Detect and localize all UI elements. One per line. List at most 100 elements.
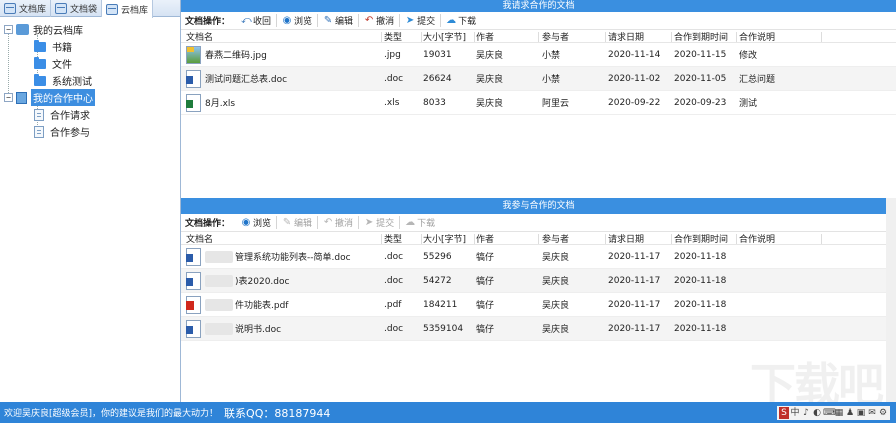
author-cell: 吴庆良: [476, 51, 504, 61]
view-button[interactable]: ◉ 浏览: [277, 14, 319, 27]
ime-settings-icon[interactable]: ⚙: [878, 407, 888, 419]
op-label: 收回: [253, 17, 272, 27]
edit-button[interactable]: ✎ 编辑: [277, 216, 319, 229]
ime-grid-icon[interactable]: ▦: [834, 407, 844, 419]
participated-docs-panel: 我参与合作的文档 文档操作： ◉ 浏览 ✎ 编辑 ↶ 撤消 ➤ 提交 ☁ 下载 文档名 类…: [181, 198, 896, 341]
column-header[interactable]: 请求日期: [608, 30, 674, 43]
due-date-cell: 2020-09-23: [674, 97, 727, 108]
column-header[interactable]: 类型: [384, 30, 422, 43]
column-header[interactable]: 合作到期时间: [674, 30, 738, 43]
table-row[interactable]: 件功能表.pdf .pdf 184211 犒仔 吴庆良 2020-11-17 2…: [181, 293, 896, 317]
view-button[interactable]: ◉ 浏览: [236, 216, 278, 229]
collapse-toggle[interactable]: −: [4, 25, 13, 34]
cloud-folder-icon: [16, 24, 29, 35]
file-name: 8月.xls: [205, 99, 236, 109]
view-icon: ◉: [282, 14, 292, 26]
redacted-text: [205, 298, 233, 311]
tree-node-my-cloud[interactable]: − 我的云档库: [0, 21, 180, 38]
column-header[interactable]: 类型: [384, 232, 422, 245]
file-name-cell: 春燕二维码.jpg: [186, 43, 381, 66]
word-file-icon: [186, 271, 201, 290]
description-cell: 测试: [739, 99, 758, 109]
table-row[interactable]: 春燕二维码.jpg .jpg 19031 吴庆良 小禁 2020-11-14 2…: [181, 43, 896, 67]
ime-skin-icon[interactable]: ♟: [845, 407, 855, 419]
author-cell: 吴庆良: [476, 75, 504, 85]
column-header[interactable]: 作者: [476, 30, 538, 43]
file-name: 测试问题汇总表.doc: [205, 75, 288, 85]
tree-node-folder[interactable]: 书籍: [0, 38, 180, 55]
column-header[interactable]: 合作说明: [739, 30, 819, 43]
tab-label: 文档库: [19, 5, 47, 15]
column-header[interactable]: 作者: [476, 232, 538, 245]
type-cell: .doc: [384, 73, 404, 84]
content-area: 我请求合作的文档 文档操作： ⤺ 收回 ◉ 浏览 ✎ 编辑 ↶ 撤消 ➤ 提交 ☁ 下载 文…: [181, 0, 896, 402]
tab-doc-library[interactable]: 文档库: [0, 0, 52, 17]
column-header[interactable]: 参与者: [542, 30, 604, 43]
column-header[interactable]: 参与者: [542, 232, 604, 245]
recall-button[interactable]: ⤺ 收回: [236, 14, 278, 27]
table-row[interactable]: 8月.xls .xls 8033 吴庆良 阿里云 2020-09-22 2020…: [181, 91, 896, 115]
op-label: 编辑: [294, 219, 313, 229]
description-cell: 汇总问题: [739, 75, 776, 85]
tree-node-label: 系统测试: [52, 77, 92, 88]
file-name: 说明书.doc: [235, 325, 282, 335]
column-header[interactable]: 合作说明: [739, 232, 819, 245]
undo-button[interactable]: ↶ 撤消: [359, 14, 401, 27]
table-row[interactable]: 管理系统功能列表--简单.doc .doc 55296 犒仔 吴庆良 2020-…: [181, 245, 896, 269]
submit-button[interactable]: ➤ 提交: [400, 14, 442, 27]
file-name-cell: 测试问题汇总表.doc: [186, 67, 381, 90]
tab-doc-bag[interactable]: 文档袋: [51, 0, 103, 17]
file-name: )表2020.doc: [235, 277, 290, 287]
file-name: 件功能表.pdf: [235, 301, 289, 311]
table-row[interactable]: 测试问题汇总表.doc .doc 26624 吴庆良 小禁 2020-11-02…: [181, 67, 896, 91]
size-cell: 19031: [423, 49, 452, 60]
undo-button[interactable]: ↶ 撤消: [318, 216, 360, 229]
ime-keyboard-icon[interactable]: ⌨: [823, 407, 836, 419]
ime-toolbox-icon[interactable]: ▣: [856, 407, 866, 419]
description-cell: [739, 245, 819, 268]
request-date-cell: 2020-11-14: [608, 49, 661, 60]
column-header[interactable]: 文档名: [186, 30, 381, 43]
collapse-toggle[interactable]: −: [4, 93, 13, 102]
column-header[interactable]: 大小[字节]: [423, 232, 475, 245]
status-bar: 欢迎吴庆良[超级会员]，你的建议是我们的最大动力！ 联系QQ：88187944 …: [0, 402, 896, 423]
redacted-text: [205, 322, 233, 335]
tree-node-label: 文件: [52, 60, 72, 71]
column-header[interactable]: 请求日期: [608, 232, 674, 245]
op-label: 浏览: [294, 17, 313, 27]
author-cell: 犒仔: [476, 277, 495, 287]
download-button[interactable]: ☁ 下载: [441, 14, 481, 27]
tree-node-cooperation-request[interactable]: 合作请求: [0, 106, 180, 123]
recall-icon: ⤺: [241, 14, 252, 26]
tab-cloud-library[interactable]: 云档库: [102, 0, 154, 18]
op-label: 浏览: [253, 219, 272, 229]
download-button[interactable]: ☁ 下载: [400, 216, 440, 229]
ime-half-width-icon[interactable]: ◐: [812, 407, 822, 419]
author-cell: 犒仔: [476, 253, 495, 263]
column-header[interactable]: 合作到期时间: [674, 232, 738, 245]
ime-chinese-mode-icon[interactable]: 中: [790, 407, 800, 419]
tree-node-cooperation-participation[interactable]: 合作参与: [0, 123, 180, 140]
column-header[interactable]: 大小[字节]: [423, 30, 475, 43]
cooperation-center-icon: [16, 91, 27, 104]
participant-cell: 吴庆良: [542, 325, 570, 335]
column-header[interactable]: 文档名: [186, 232, 381, 245]
tree-node-cooperation-center[interactable]: − 我的合作中心: [0, 89, 180, 106]
excel-file-icon: [186, 93, 201, 112]
table-header: 文档名 类型 大小[字节] 作者 参与者 请求日期 合作到期时间 合作说明: [181, 30, 896, 43]
sogou-ime-icon[interactable]: S: [779, 407, 789, 419]
tree-node-folder[interactable]: 系统测试: [0, 72, 180, 89]
table-row[interactable]: 说明书.doc .doc 5359104 犒仔 吴庆良 2020-11-17 2…: [181, 317, 896, 341]
file-name-cell: 8月.xls: [186, 91, 381, 114]
vertical-scrollbar[interactable]: [886, 198, 896, 402]
ime-sound-icon[interactable]: ♪: [801, 407, 811, 419]
redacted-text: [205, 274, 233, 287]
submit-button[interactable]: ➤ 提交: [359, 216, 401, 229]
table-row[interactable]: )表2020.doc .doc 54272 犒仔 吴庆良 2020-11-17 …: [181, 269, 896, 293]
tree-node-folder[interactable]: 文件: [0, 55, 180, 72]
ime-mail-icon[interactable]: ✉: [867, 407, 877, 419]
file-name-cell: 管理系统功能列表--简单.doc: [186, 245, 381, 268]
edit-icon: ✎: [282, 216, 292, 228]
size-cell: 54272: [423, 275, 452, 286]
edit-button[interactable]: ✎ 编辑: [318, 14, 360, 27]
